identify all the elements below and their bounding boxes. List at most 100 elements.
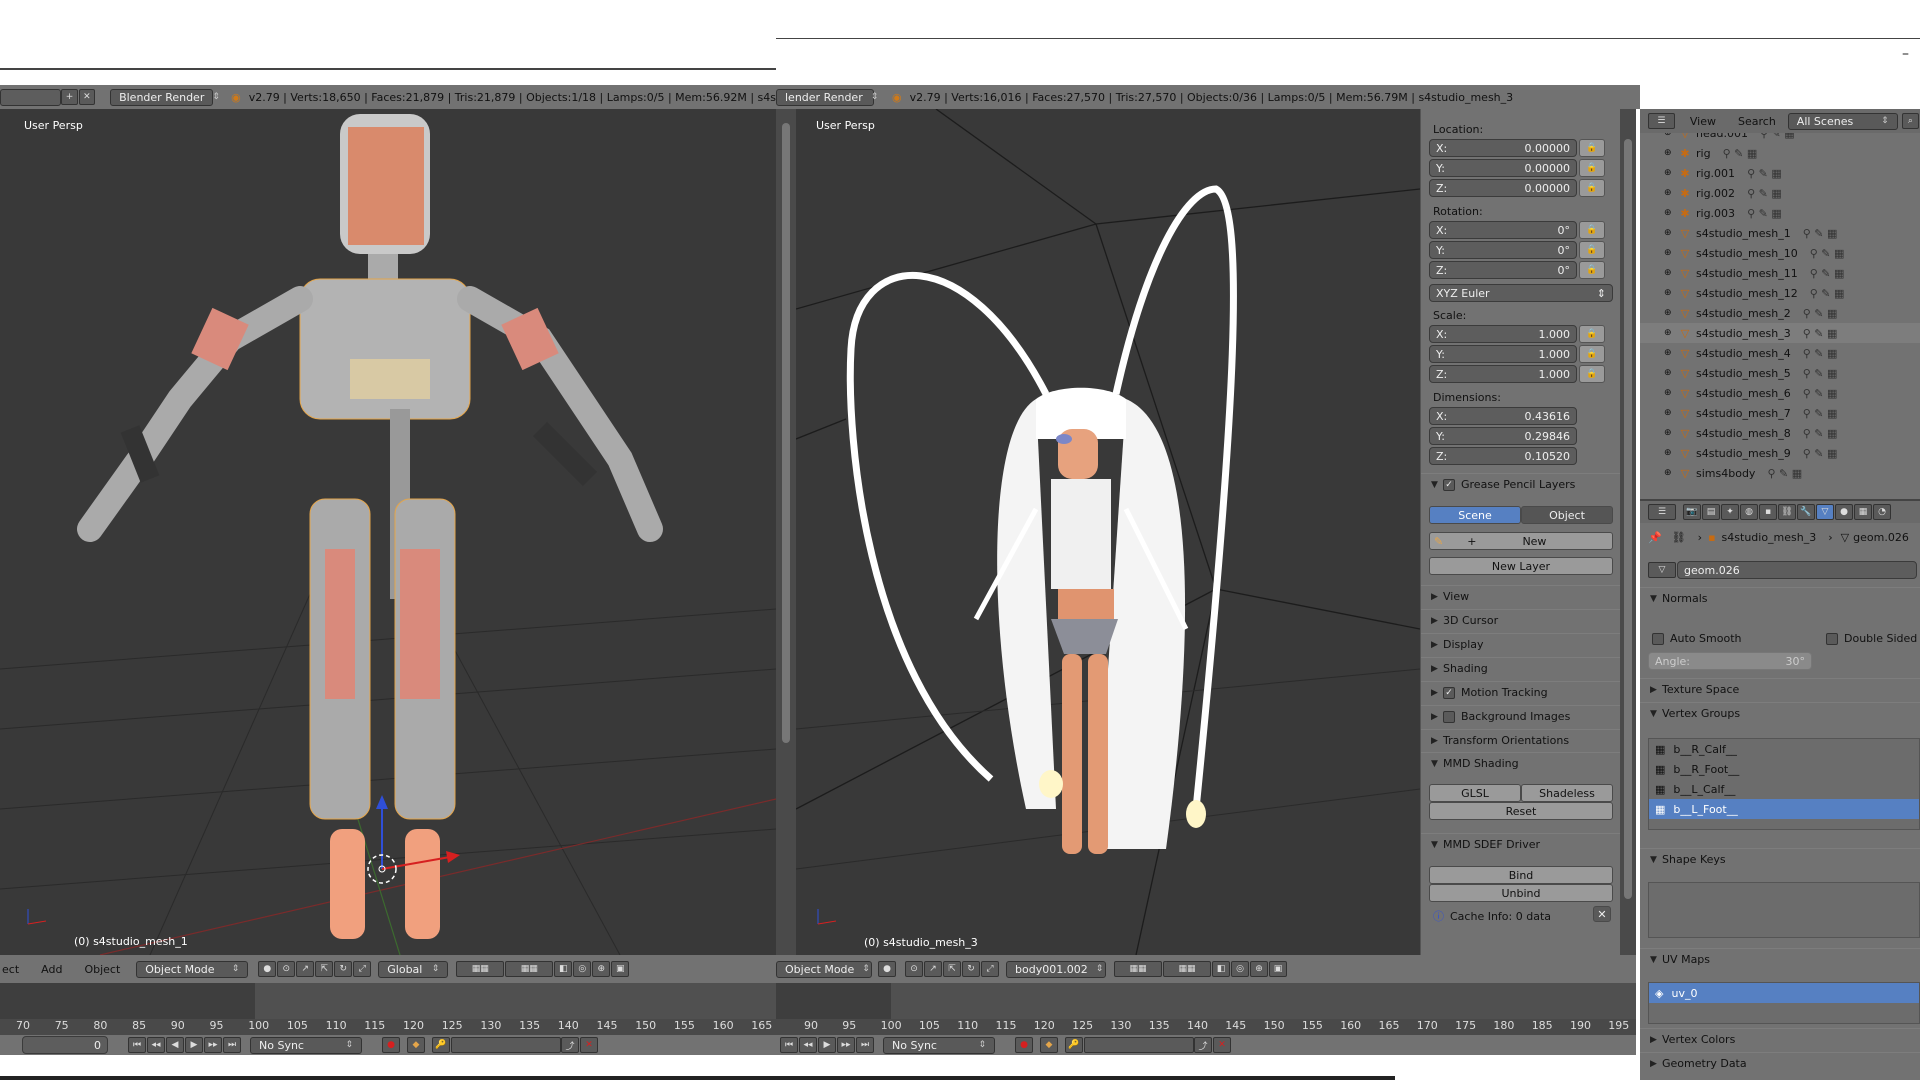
uv-maps-list[interactable]: ◈ uv_0 xyxy=(1648,982,1920,1024)
section-checkbox[interactable]: ✓ xyxy=(1443,686,1455,699)
rotation-mode-select[interactable]: XYZ Euler ⇕ xyxy=(1429,284,1613,302)
delete-key-icon[interactable]: ✕ xyxy=(1213,1037,1231,1053)
jump-end-icon[interactable]: ⏭ xyxy=(223,1037,241,1053)
vertex-groups-list[interactable]: ▦ b__R_Calf__ ▦ b__R_Foot__ ▦ b__L_Calf__ ▦ b__… xyxy=(1648,738,1920,830)
outliner-item[interactable]: ⊕ ✱ rig.003 ⚲ ✎ ▦ xyxy=(1640,203,1920,223)
shading-icon[interactable]: ● xyxy=(878,961,896,977)
keying-set-icon[interactable]: 🔑 xyxy=(432,1037,450,1053)
panel-section[interactable]: ▶ View xyxy=(1421,585,1621,607)
mode-select[interactable]: Object Mode xyxy=(136,960,249,978)
translate-icon[interactable]: ⇱ xyxy=(315,961,334,977)
menu-select[interactable]: ect xyxy=(2,963,19,976)
outliner-item[interactable]: ⊕ ▽ s4studio_mesh_2 ⚲ ✎ ▦ xyxy=(1640,303,1920,323)
menu-object[interactable]: Object xyxy=(84,963,120,976)
rotation-y-field[interactable]: Y: 0° xyxy=(1429,241,1577,259)
vertex-group-row[interactable]: ▦ b__R_Foot__ xyxy=(1649,759,1919,779)
search-icon[interactable]: ⌕ xyxy=(1901,113,1919,129)
add-scene-icon[interactable]: + xyxy=(61,89,78,105)
expand-icon[interactable]: ⊕ xyxy=(1664,133,1678,138)
outliner-item[interactable]: ⊕ ▽ s4studio_mesh_8 ⚲ ✎ ▦ xyxy=(1640,423,1920,443)
mesh-browse-icon[interactable]: ▽ xyxy=(1648,562,1676,578)
shadeless-button[interactable]: Shadeless xyxy=(1521,784,1613,802)
right-3d-viewport[interactable]: User Persp (0) s4studio_mesh_3 xyxy=(796,109,1420,955)
outliner-item[interactable]: ⊕ ▽ s4studio_mesh_11 ⚲ ✎ ▦ xyxy=(1640,263,1920,283)
outliner-item[interactable]: ⊕ ▽ s4studio_mesh_12 ⚲ ✎ ▦ xyxy=(1640,283,1920,303)
record-icon[interactable]: ● xyxy=(1015,1037,1033,1053)
render-icon[interactable]: ▣ xyxy=(611,961,630,977)
proportional-icon[interactable]: ◎ xyxy=(573,961,592,977)
clear-cache-icon[interactable]: ✕ xyxy=(1593,906,1611,922)
outliner-item[interactable]: ⊕ ▽ s4studio_mesh_6 ⚲ ✎ ▦ xyxy=(1640,383,1920,403)
dims-z-field[interactable]: Z: 0.10520 xyxy=(1429,447,1577,465)
expand-icon[interactable]: ⊕ xyxy=(1664,388,1678,398)
expand-icon[interactable]: ⊕ xyxy=(1664,268,1678,278)
keying-set-field[interactable] xyxy=(1084,1037,1194,1053)
section-checkbox[interactable] xyxy=(1443,710,1455,723)
scale-icon[interactable]: ⤢ xyxy=(981,961,999,977)
next-key-icon[interactable]: ▸▸ xyxy=(204,1037,222,1053)
keyframe-icon[interactable]: ◆ xyxy=(1040,1037,1058,1053)
lock-layer-icon[interactable]: ◧ xyxy=(1212,961,1230,977)
panel-section[interactable]: ▶ Shading xyxy=(1421,657,1621,679)
lock-icon[interactable]: 🔒 xyxy=(1579,159,1605,177)
close-icon[interactable]: ✕ xyxy=(78,89,96,105)
rotation-x-field[interactable]: X: 0° xyxy=(1429,221,1577,239)
outliner-search-menu[interactable]: Search xyxy=(1738,115,1776,128)
texture-space-section[interactable]: ▶ Texture Space xyxy=(1640,678,1920,700)
outliner-item[interactable]: ⊕ ✱ rig.001 ⚲ ✎ ▦ xyxy=(1640,163,1920,183)
expand-icon[interactable]: ⊕ xyxy=(1664,428,1678,438)
world-tab-icon[interactable]: ◍ xyxy=(1740,504,1758,520)
left-timeline[interactable]: 70 75 80 85 90 95 100 105 110 115 120 125 130 135 140 1… xyxy=(0,983,776,1055)
transform-orientation-select[interactable]: body001.002 xyxy=(1006,960,1106,978)
rotation-z-field[interactable]: Z: 0° xyxy=(1429,261,1577,279)
translate-icon[interactable]: ⇱ xyxy=(943,961,961,977)
expand-icon[interactable]: ⊕ xyxy=(1664,408,1678,418)
new-gpencil-button[interactable]: ✎ + New xyxy=(1429,532,1613,550)
panel-section[interactable]: ▶ ✓ Motion Tracking xyxy=(1421,681,1621,703)
play-reverse-icon[interactable]: ◀ xyxy=(166,1037,184,1053)
mode-select-2[interactable]: Object Mode xyxy=(776,960,872,978)
play-icon[interactable]: ▶ xyxy=(185,1037,203,1053)
scene-tab-icon[interactable]: ✦ xyxy=(1721,504,1739,520)
panel-scrollbar[interactable] xyxy=(1620,109,1636,955)
expand-icon[interactable]: ⊕ xyxy=(1664,368,1678,378)
data-tab-icon[interactable]: ▽ xyxy=(1816,504,1834,520)
orientation-select[interactable]: Global xyxy=(378,960,449,978)
object-button[interactable]: Object xyxy=(1521,506,1613,524)
lock-icon[interactable]: 🔒 xyxy=(1579,345,1605,363)
lock-layer-icon[interactable]: ◧ xyxy=(554,961,573,977)
geometry-data-section[interactable]: ▶ Geometry Data xyxy=(1640,1052,1920,1074)
panel-section[interactable]: ▶ Display xyxy=(1421,633,1621,655)
lock-icon[interactable]: 🔒 xyxy=(1579,325,1605,343)
auto-smooth-checkbox[interactable] xyxy=(1652,632,1664,645)
outliner-item[interactable]: ⊕ ▽ s4studio_mesh_5 ⚲ ✎ ▦ xyxy=(1640,363,1920,383)
grease-pencil-section[interactable]: ▼ ✓ Grease Pencil Layers xyxy=(1421,473,1621,495)
scene-button[interactable]: Scene xyxy=(1429,506,1521,524)
uv-maps-section[interactable]: ▼ UV Maps xyxy=(1640,948,1920,970)
panel-section[interactable]: ▶ Background Images xyxy=(1421,705,1621,727)
scale-z-field[interactable]: Z: 1.000 xyxy=(1429,365,1577,383)
material-tab-icon[interactable]: ● xyxy=(1835,504,1853,520)
constraints-tab-icon[interactable]: ⛓ xyxy=(1778,504,1796,520)
layers-grid[interactable]: ▦▦ xyxy=(456,961,505,977)
outliner-item[interactable]: ⊕ ▽ sims4body ⚲ ✎ ▦ xyxy=(1640,463,1920,483)
expand-icon[interactable]: ⊕ xyxy=(1664,288,1678,298)
lock-icon[interactable]: 🔒 xyxy=(1579,139,1605,157)
mmd-shading-section[interactable]: ▼ MMD Shading xyxy=(1421,752,1621,774)
vertex-group-row[interactable]: ▦ b__L_Calf__ xyxy=(1649,779,1919,799)
lock-icon[interactable]: 🔒 xyxy=(1579,261,1605,279)
lock-icon[interactable]: 🔒 xyxy=(1579,365,1605,383)
expand-icon[interactable]: ⊕ xyxy=(1664,168,1678,178)
lock-icon[interactable]: 🔒 xyxy=(1579,179,1605,197)
menu-add[interactable]: Add xyxy=(41,963,62,976)
snap-icon[interactable]: ⊕ xyxy=(592,961,611,977)
manipulator-icon[interactable]: ↗ xyxy=(296,961,315,977)
scale-icon[interactable]: ⤢ xyxy=(353,961,372,977)
keyframe-icon[interactable]: ◆ xyxy=(407,1037,425,1053)
keying-set-field[interactable] xyxy=(451,1037,561,1053)
panel-section[interactable]: ▶ 3D Cursor xyxy=(1421,609,1621,631)
play-icon[interactable]: ▶ xyxy=(818,1037,836,1053)
mmd-sdef-section[interactable]: ▼ MMD SDEF Driver xyxy=(1421,833,1621,855)
expand-icon[interactable]: ⊕ xyxy=(1664,308,1678,318)
render-engine-select-2[interactable]: lender Render xyxy=(776,88,874,106)
